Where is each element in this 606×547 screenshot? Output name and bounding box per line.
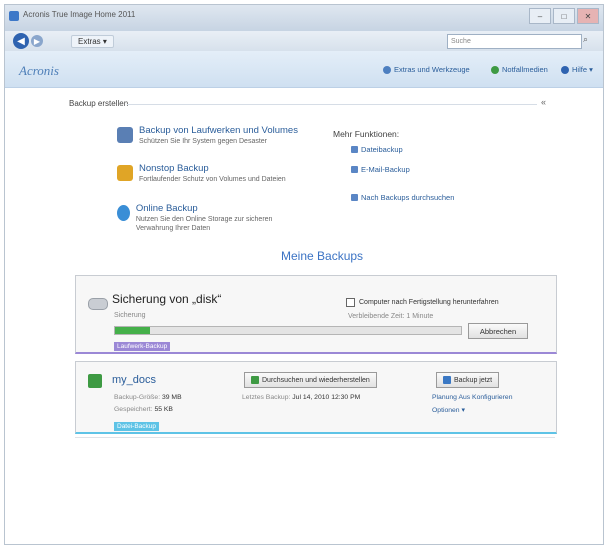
- task-desc: Nutzen Sie den Online Storage zur sicher…: [135, 216, 273, 232]
- divider: [75, 437, 555, 438]
- help-link-label: Hilfe ▾: [572, 65, 593, 74]
- browse-restore-button[interactable]: Durchsuchen und wiederherstellen: [244, 372, 377, 388]
- task-title: Backup von Laufwerken und Volumes: [139, 125, 298, 136]
- help-icon: [561, 65, 569, 74]
- nav-bar: ◀ ▶ Extras ▾ Suche ⌕: [5, 31, 603, 52]
- folder-icon: [88, 374, 102, 388]
- app-header: Acronis Extras und Werkzeuge Notfallmedi…: [5, 51, 603, 88]
- window-controls: – □ ✕: [529, 8, 599, 24]
- last-backup: Letztes Backup: Jul 14, 2010 12:30 PM: [242, 394, 360, 401]
- acronis-logo: Acronis: [19, 63, 59, 78]
- search-backups-label: Nach Backups durchsuchen: [361, 193, 455, 202]
- checkbox-icon[interactable]: [346, 298, 355, 307]
- task-title: Online Backup: [135, 203, 198, 214]
- last-backup-label: Letztes Backup:: [242, 394, 291, 401]
- nonstop-backup-icon: [117, 165, 133, 181]
- backup-now-label: Backup jetzt: [454, 376, 493, 384]
- schedule-links[interactable]: Planung Aus Konfigurieren: [432, 394, 513, 401]
- rescue-media-link[interactable]: Notfallmedien: [491, 65, 548, 74]
- email-backup-label: E-Mail-Backup: [361, 165, 410, 174]
- task-desc: Fortlaufender Schutz von Volumes und Dat…: [139, 176, 286, 183]
- collapse-icon[interactable]: «: [541, 97, 546, 107]
- back-arrow-icon[interactable]: ◀: [13, 33, 29, 49]
- backup-size-value: 39 MB: [161, 394, 182, 401]
- cancel-button[interactable]: Abbrechen: [468, 323, 528, 339]
- search-backups-icon: [351, 194, 358, 201]
- task-nonstop-text: Nonstop Backup Fortlaufender Schutz von …: [139, 163, 286, 184]
- backup-status: Sicherung: [114, 312, 146, 319]
- task-online-backup[interactable]: Online Backup Nutzen Sie den Online Stor…: [117, 203, 307, 233]
- backup-title: Sicherung von „disk“: [112, 292, 222, 306]
- task-desc: Schützen Sie Ihr System gegen Desaster: [139, 138, 268, 145]
- search-backups-link[interactable]: Nach Backups durchsuchen: [351, 193, 454, 202]
- backup-now-icon: [443, 376, 451, 384]
- disk-backup-icon: [117, 127, 133, 143]
- backup-title-link[interactable]: my_docs: [112, 374, 156, 386]
- file-backup-link[interactable]: Dateibackup: [351, 145, 403, 154]
- window-title: Acronis True Image Home 2011: [23, 10, 136, 19]
- backup-card-my-docs: my_docs Backup-Größe: 39 MB Gespeichert:…: [75, 361, 557, 434]
- my-backups-title: Meine Backups: [281, 249, 364, 263]
- tools-link[interactable]: Extras und Werkzeuge: [383, 65, 470, 74]
- more-functions-title: Mehr Funktionen:: [333, 129, 400, 139]
- task-online-text: Online Backup Nutzen Sie den Online Stor…: [136, 203, 307, 233]
- search-input[interactable]: Suche: [447, 34, 582, 49]
- minimize-button[interactable]: –: [529, 8, 551, 24]
- section-divider: [127, 104, 537, 105]
- backup-size: Backup-Größe: 39 MB: [114, 394, 182, 401]
- app-window: Acronis True Image Home 2011 – □ ✕ ◀ ▶ E…: [4, 4, 604, 545]
- saved-size: Gespeichert: 55 KB: [114, 406, 173, 413]
- extras-menu[interactable]: Extras ▾: [71, 35, 114, 48]
- close-button[interactable]: ✕: [577, 8, 599, 24]
- task-nonstop-backup[interactable]: Nonstop Backup Fortlaufender Schutz von …: [117, 163, 287, 184]
- backup-progress-bar: [114, 326, 462, 335]
- file-backup-tag: Datei-Backup: [114, 422, 160, 431]
- online-backup-icon: [117, 205, 130, 221]
- email-backup-link[interactable]: E-Mail-Backup: [351, 165, 410, 174]
- title-bar: Acronis True Image Home 2011 – □ ✕: [5, 5, 603, 31]
- rescue-media-label: Notfallmedien: [502, 65, 548, 74]
- maximize-button[interactable]: □: [553, 8, 575, 24]
- forward-arrow-icon[interactable]: ▶: [31, 35, 43, 47]
- mail-icon: [351, 166, 358, 173]
- file-icon: [351, 146, 358, 153]
- remaining-time: Verbleibende Zeit: 1 Minute: [348, 313, 434, 320]
- options-link[interactable]: Optionen ▾: [432, 406, 465, 414]
- search-icon[interactable]: ⌕: [583, 34, 597, 48]
- disk-backup-tag: Laufwerk-Backup: [114, 342, 171, 351]
- disc-icon: [491, 65, 499, 74]
- file-backup-label: Dateibackup: [361, 145, 403, 154]
- section-title: Backup erstellen: [69, 99, 129, 108]
- progress-fill: [115, 327, 150, 334]
- tools-link-label: Extras und Werkzeuge: [394, 65, 470, 74]
- app-icon: [9, 11, 19, 21]
- restore-icon: [251, 376, 259, 384]
- backup-size-label: Backup-Größe:: [114, 394, 161, 401]
- shutdown-checkbox-label: Computer nach Fertigstellung herunterfah…: [359, 299, 499, 306]
- browse-restore-label: Durchsuchen und wiederherstellen: [262, 376, 370, 384]
- saved-label: Gespeichert:: [114, 406, 153, 413]
- task-disk-backup[interactable]: Backup von Laufwerken und Volumes Schütz…: [117, 125, 327, 146]
- task-disk-text: Backup von Laufwerken und Volumes Schütz…: [139, 125, 298, 146]
- saved-value: 55 KB: [154, 406, 173, 413]
- hard-disk-icon: [88, 298, 108, 310]
- last-backup-value: Jul 14, 2010 12:30 PM: [292, 394, 361, 401]
- backup-card-disk: Sicherung von „disk“ Sicherung Computer …: [75, 275, 557, 354]
- help-link[interactable]: Hilfe ▾: [561, 65, 593, 74]
- backup-now-button[interactable]: Backup jetzt: [436, 372, 500, 388]
- shutdown-checkbox[interactable]: Computer nach Fertigstellung herunterfah…: [346, 298, 499, 307]
- tools-icon: [383, 65, 391, 74]
- task-title: Nonstop Backup: [139, 163, 209, 174]
